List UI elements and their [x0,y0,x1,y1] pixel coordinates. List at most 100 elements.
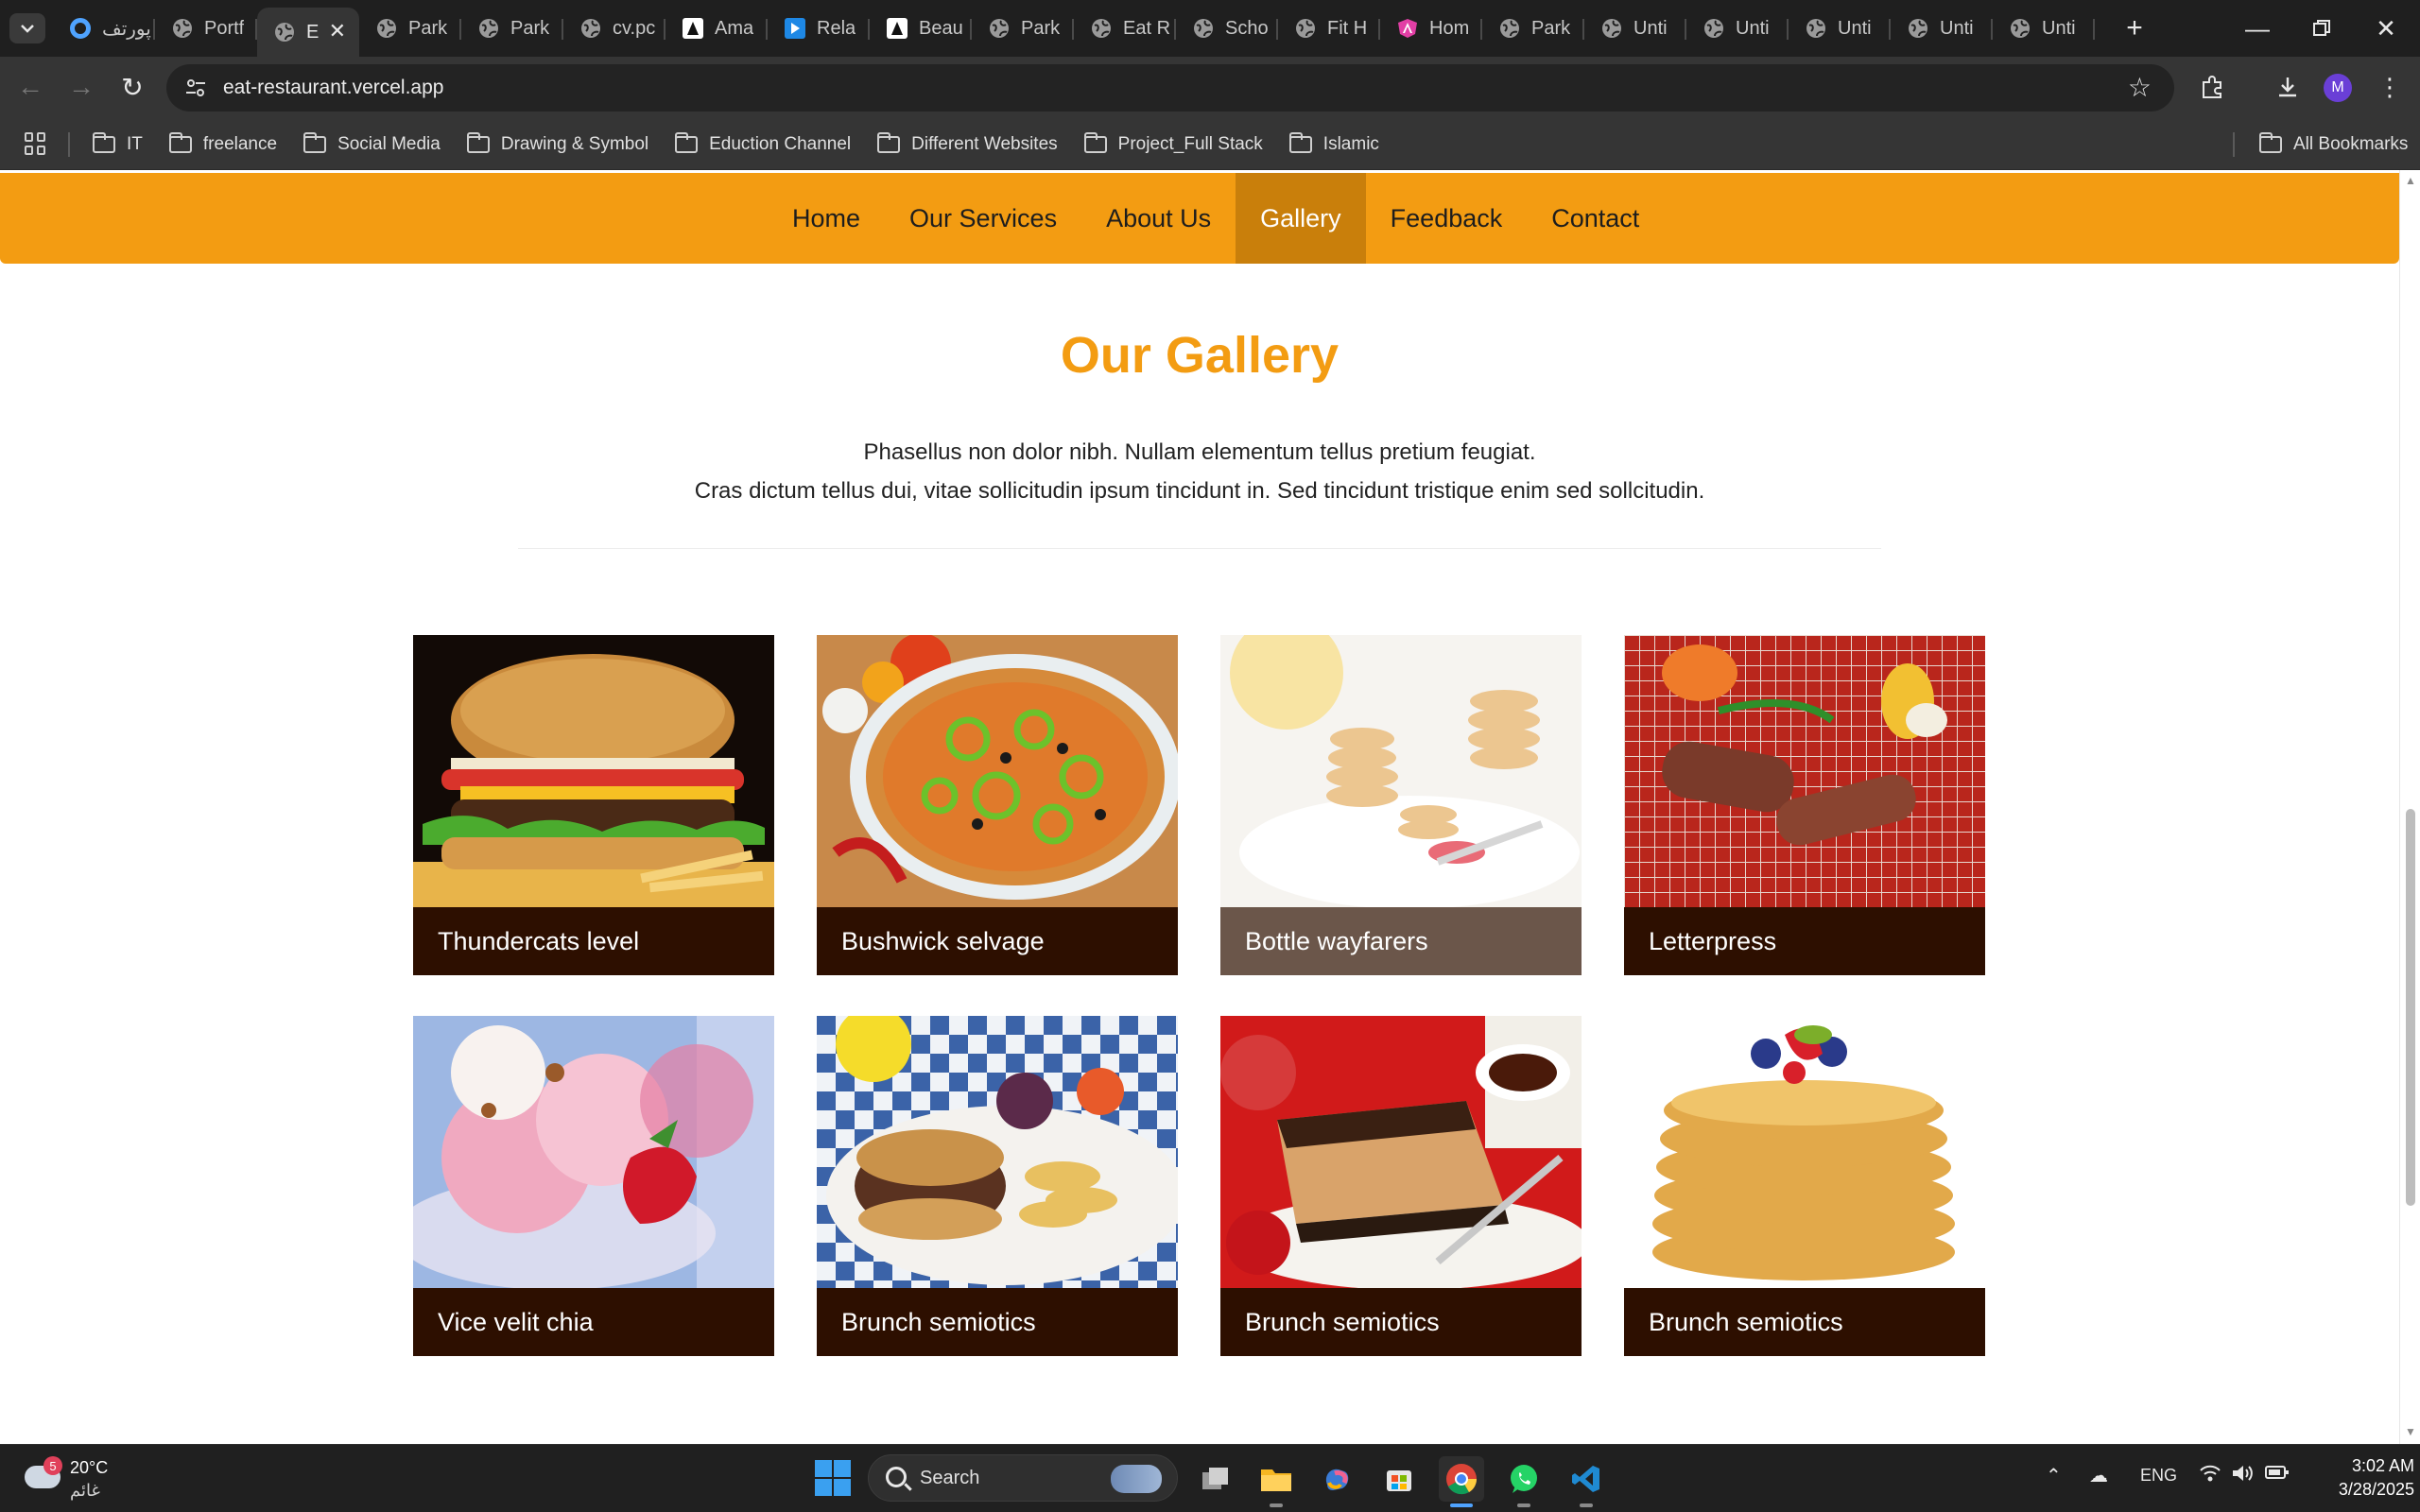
gallery-image-pancake-stack [1624,1016,1985,1288]
gallery-card[interactable]: Vice velit chia [413,1016,774,1356]
reload-icon[interactable]: ↻ [113,68,151,106]
weather-widget[interactable]: 5 20°C غائم [25,1454,176,1503]
show-hidden-icons-chevron-icon[interactable]: ⌃ [2046,1464,2062,1487]
site-settings-icon[interactable] [182,74,210,102]
download-icon[interactable] [2269,68,2307,106]
bookmark-folder[interactable]: Drawing & Symbol [466,130,648,159]
bookmark-folder[interactable]: Islamic [1288,130,1379,159]
nav-link-gallery[interactable]: Gallery [1236,173,1366,264]
address-url[interactable]: eat-restaurant.vercel.app [223,77,443,99]
bookmark-folder[interactable]: IT [93,130,143,159]
nav-link-home[interactable]: Home [768,173,885,264]
nav-link-about-us[interactable]: About Us [1081,173,1236,264]
gallery-card[interactable]: Brunch semiotics [1220,1016,1582,1356]
new-tab-plus-icon[interactable]: + [2118,11,2152,45]
bookmark-folder[interactable]: Eduction Channel [675,130,851,159]
browser-tab[interactable]: Unti [1891,8,1993,49]
bookmark-star-icon[interactable]: ☆ [2128,72,2152,103]
address-bar[interactable]: eat-restaurant.vercel.app ☆ [166,64,2174,112]
gallery-card[interactable]: Letterpress [1624,635,1985,975]
clock-time: 3:02 AM [2351,1456,2414,1475]
profile-avatar[interactable]: M [2324,74,2352,102]
browser-tab[interactable]: Park [1482,8,1584,49]
browser-tab[interactable]: پورتف [53,8,155,49]
windows-start-icon[interactable] [815,1460,851,1496]
nav-link-contact[interactable]: Contact [1527,173,1664,264]
play-icon [785,18,805,39]
scroll-down-arrow-icon[interactable]: ▼ [2404,1425,2417,1438]
bookmark-label: Eduction Channel [709,134,852,154]
gallery-card[interactable]: Bushwick selvage [817,635,1178,975]
browser-tab[interactable]: cv.pc [563,8,666,49]
gallery-card[interactable]: Thundercats level [413,635,774,975]
onedrive-cloud-icon[interactable]: ☁ [2089,1464,2108,1487]
microsoft-store-icon[interactable] [1376,1456,1422,1502]
tab-search-chevron-icon[interactable] [9,13,45,43]
back-arrow-icon[interactable]: ← [11,68,49,106]
tab-title: Fit H [1327,17,1368,39]
tab-title: Unti [1940,17,1974,39]
gallery-card[interactable]: Bottle wayfarers [1220,635,1582,975]
wifi-icon[interactable] [2199,1464,2221,1488]
browser-tab-active[interactable]: E ✕ [257,8,359,57]
input-language[interactable]: ENG [2140,1466,2177,1486]
close-tab-icon[interactable]: ✕ [329,19,346,43]
browser-tab[interactable]: Fit H [1278,8,1380,49]
browser-tab[interactable]: Hom [1380,8,1482,49]
scrollbar-thumb[interactable] [2406,809,2415,1206]
system-clock[interactable]: 3:02 AM 3/28/2025 [2310,1454,2414,1502]
whatsapp-icon[interactable] [1501,1456,1547,1507]
close-window-icon[interactable]: ✕ [2358,9,2414,47]
active-indicator [1450,1503,1473,1507]
bookmark-folder[interactable]: Different Websites [877,130,1058,159]
bookmark-label: Islamic [1322,134,1379,154]
browser-tab[interactable]: Ama [666,8,768,49]
bookmarks-bar: IT freelance Social Media Drawing & Symbol E… [0,119,2420,170]
copilot-icon[interactable] [1314,1456,1359,1502]
browser-tab[interactable]: Portf [155,8,257,49]
dark-icon [887,18,908,39]
page-scrollbar[interactable]: ▲ ▼ [2399,170,2420,1444]
browser-tab[interactable]: Unti [1993,8,2095,49]
bookmark-folder[interactable]: Project_Full Stack [1083,130,1263,159]
file-explorer-icon[interactable] [1253,1456,1299,1507]
browser-tab[interactable]: Unti [1686,8,1789,49]
all-bookmarks-button[interactable]: All Bookmarks [2259,130,2408,159]
bookmark-folder[interactable]: freelance [168,130,277,159]
gallery-caption: Brunch semiotics [817,1288,1178,1356]
apps-grid-icon[interactable] [25,132,47,155]
minimize-icon[interactable]: — [2229,9,2286,47]
browser-tab[interactable]: Park [972,8,1074,49]
gallery-card[interactable]: Brunch semiotics [1624,1016,1985,1356]
globe-icon [172,18,193,39]
browser-tab[interactable]: Park [461,8,563,49]
clock-date: 3/28/2025 [2338,1480,2414,1499]
task-view-icon[interactable] [1193,1456,1238,1502]
browser-tab[interactable]: Unti [1789,8,1891,49]
browser-tab[interactable]: Scho [1176,8,1278,49]
nav-link-our-services[interactable]: Our Services [885,173,1081,264]
gallery-caption: Bottle wayfarers [1220,907,1582,975]
vscode-icon[interactable] [1564,1456,1609,1507]
folder-icon [2259,132,2282,153]
volume-icon[interactable] [2231,1464,2254,1488]
battery-icon[interactable] [2265,1464,2290,1486]
tab-title: Eat R [1123,17,1171,39]
running-indicator [1270,1503,1283,1507]
browser-tab[interactable]: Rela [768,8,870,49]
more-menu-icon[interactable]: ⋮ [2371,68,2409,106]
forward-arrow-icon[interactable]: → [62,68,100,106]
extensions-icon[interactable] [2193,68,2231,106]
restore-icon[interactable] [2293,9,2350,47]
chrome-icon[interactable] [1439,1456,1484,1507]
nav-link-feedback[interactable]: Feedback [1366,173,1528,264]
taskbar-search[interactable]: Search [868,1454,1178,1502]
browser-tab[interactable]: Eat R [1074,8,1176,49]
scroll-up-arrow-icon[interactable]: ▲ [2404,174,2417,187]
browser-tab[interactable]: Beau [870,8,972,49]
browser-tab[interactable]: Park [359,8,461,49]
bookmark-folder[interactable]: Social Media [303,130,441,159]
gallery-card[interactable]: Brunch semiotics [817,1016,1178,1356]
browser-tab[interactable]: Unti [1584,8,1686,49]
site-nav-links: Home Our Services About Us Gallery Feedback C… [768,173,1664,264]
